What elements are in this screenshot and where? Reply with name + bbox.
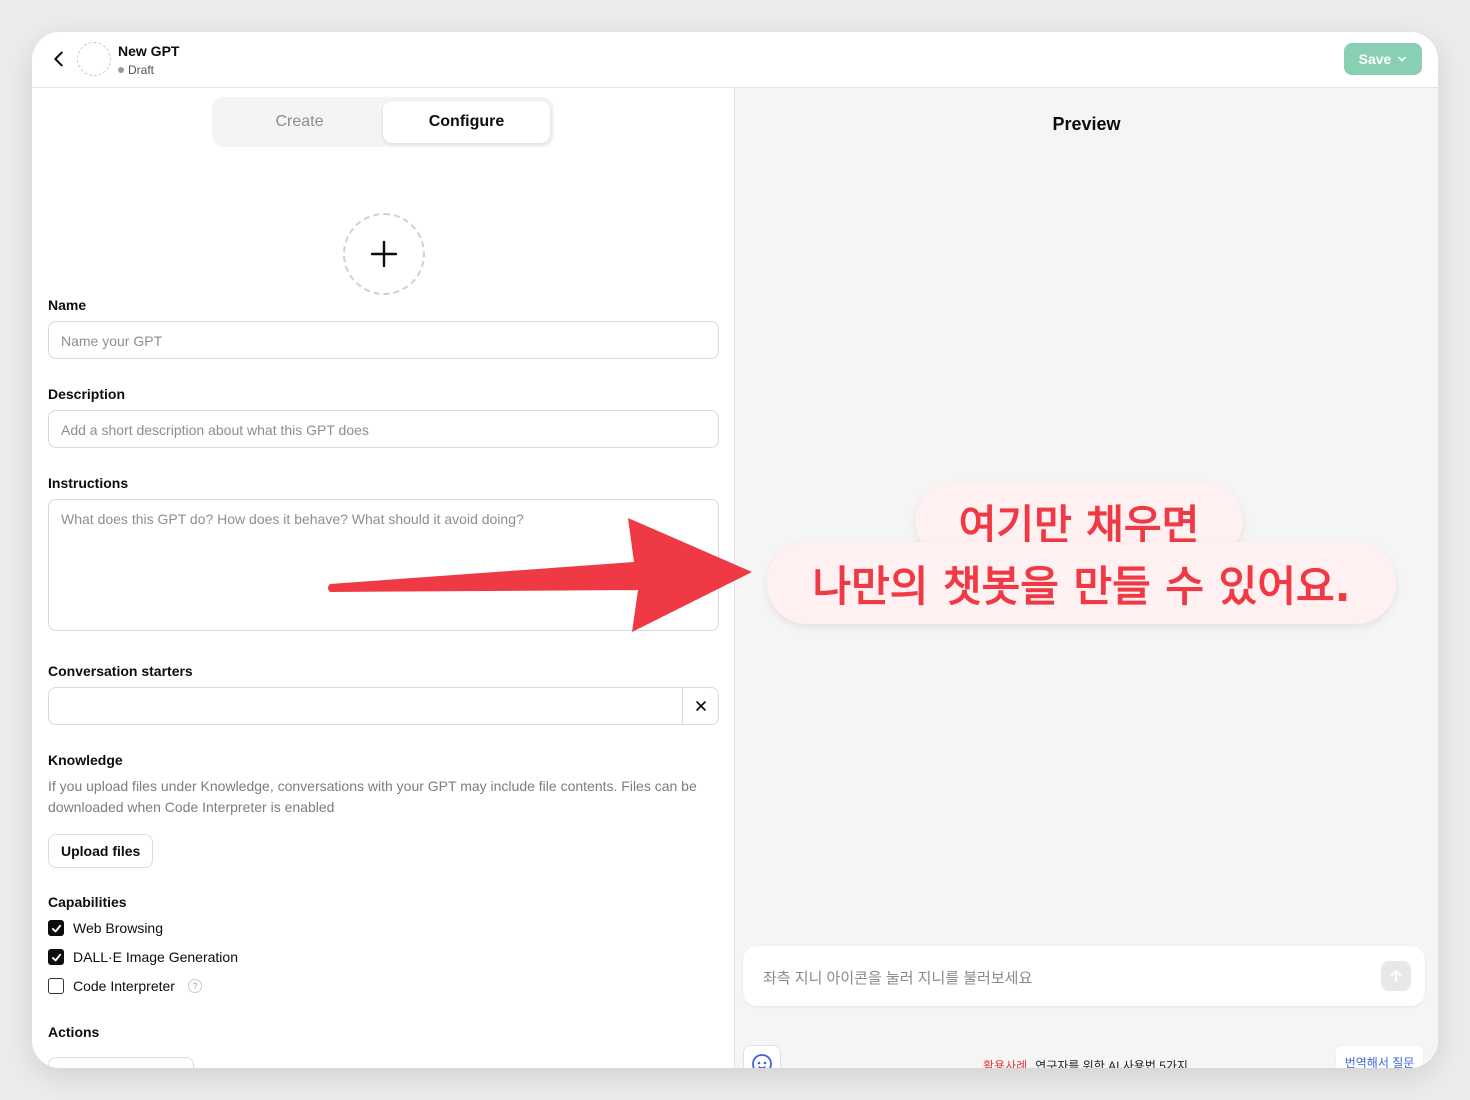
mode-tabs: Create Configure: [212, 97, 554, 147]
plus-icon: [370, 240, 398, 268]
create-action-button[interactable]: Create new action: [48, 1057, 194, 1068]
tab-configure[interactable]: Configure: [383, 101, 550, 143]
actions-label: Actions: [48, 1024, 100, 1040]
upload-files-button[interactable]: Upload files: [48, 834, 154, 868]
promo-tag: 활용사례: [983, 1059, 1028, 1068]
capability-web-browsing: Web Browsing: [48, 920, 163, 936]
capability-label: Code Interpreter: [73, 978, 175, 994]
promo-banner: 활용사례 연구자를 위한 AI 사용법 5가지: [983, 1057, 1188, 1068]
translate-question-button[interactable]: 번역해서 질문: [1336, 1046, 1423, 1068]
knowledge-help-text: If you upload files under Knowledge, con…: [48, 778, 697, 815]
top-bar: New GPT Draft Save: [32, 32, 1438, 88]
checkmark-icon: [51, 953, 61, 961]
image-generation-checkbox[interactable]: [48, 949, 64, 965]
capability-code-interpreter: Code Interpreter ?: [48, 978, 202, 994]
gpt-name: New GPT: [118, 43, 180, 59]
tab-create[interactable]: Create: [216, 101, 383, 143]
code-interpreter-checkbox[interactable]: [48, 978, 64, 994]
jini-assistant-button[interactable]: [743, 1045, 781, 1068]
checkmark-icon: [51, 924, 61, 932]
gpt-avatar-placeholder[interactable]: [77, 42, 111, 76]
annotation-arrow-icon: [328, 518, 752, 632]
status-label: Draft: [128, 63, 155, 77]
save-label: Save: [1358, 51, 1392, 67]
instructions-label: Instructions: [48, 475, 129, 491]
capabilities-label: Capabilities: [48, 894, 127, 910]
arrow-up-icon: [1390, 970, 1402, 982]
description-input[interactable]: Add a short description about what this …: [48, 410, 719, 448]
remove-starter-button[interactable]: [682, 688, 718, 724]
chat-placeholder: 좌측 지니 아이콘을 눌러 지니를 불러보세요: [763, 970, 1033, 987]
promo-link[interactable]: 연구자를 위한 AI 사용법 5가지: [1035, 1057, 1188, 1068]
send-button[interactable]: [1381, 961, 1411, 991]
description-label: Description: [48, 386, 126, 402]
web-browsing-checkbox[interactable]: [48, 920, 64, 936]
preview-title: Preview: [1052, 114, 1121, 134]
conversation-starter-input[interactable]: [49, 688, 682, 724]
capability-image-generation: DALL·E Image Generation: [48, 949, 238, 965]
jini-face-icon: [752, 1054, 772, 1068]
close-icon: [695, 701, 706, 711]
knowledge-label: Knowledge: [48, 752, 123, 768]
save-button[interactable]: Save: [1344, 43, 1422, 75]
gpt-status: Draft: [118, 63, 154, 77]
chat-input[interactable]: 좌측 지니 아이콘을 눌러 지니를 불러보세요: [743, 946, 1425, 1006]
back-arrow-icon[interactable]: [48, 48, 70, 70]
avatar-upload-button[interactable]: [343, 213, 425, 295]
status-dot-icon: [118, 67, 124, 73]
name-input[interactable]: Name your GPT: [48, 321, 719, 359]
chevron-down-icon: [1398, 56, 1407, 62]
capability-label: DALL·E Image Generation: [73, 949, 238, 965]
annotation-line-2: 나만의 챗봇을 만들 수 있어요.: [767, 542, 1396, 624]
conversation-starter-row: [48, 687, 719, 725]
name-label: Name: [48, 297, 87, 313]
conversation-starters-label: Conversation starters: [48, 663, 193, 679]
capability-label: Web Browsing: [73, 920, 164, 936]
help-icon[interactable]: ?: [187, 979, 202, 993]
